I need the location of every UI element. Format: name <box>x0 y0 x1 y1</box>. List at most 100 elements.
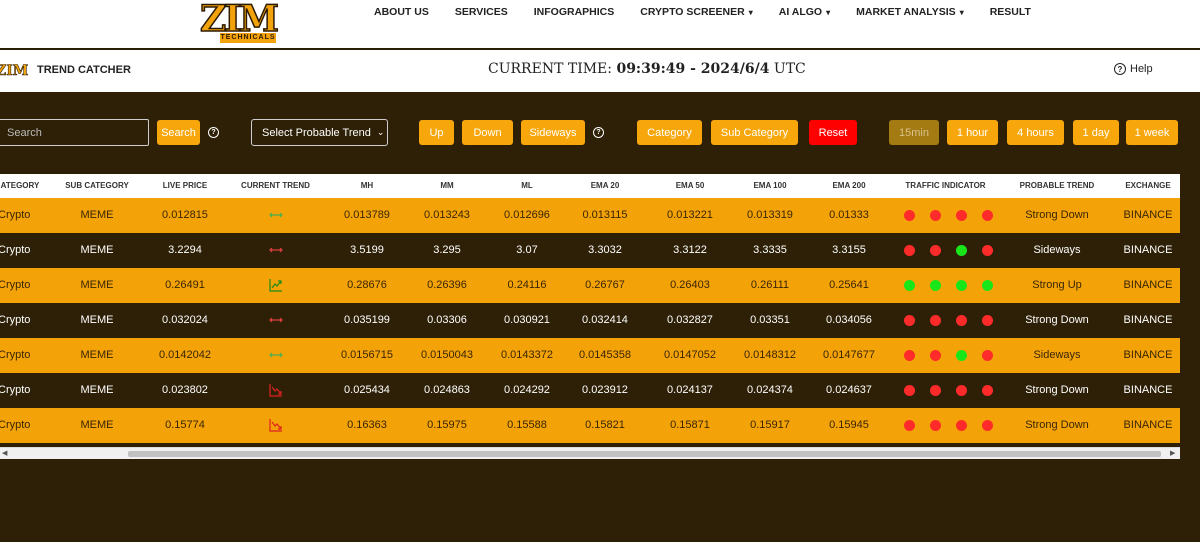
nav-item-about-us[interactable]: ABOUT US <box>374 6 429 18</box>
nav-item-infographics[interactable]: INFOGRAPHICS <box>534 6 615 18</box>
cell-exchange: BINANCE <box>1123 279 1173 291</box>
category-button[interactable]: Category <box>637 120 702 145</box>
cell-probable: Strong Down <box>1025 384 1089 396</box>
cell-category: Crypto <box>0 419 31 431</box>
cell-price: 3.2294 <box>168 244 202 256</box>
column-header: ML <box>521 181 533 190</box>
cell-category: Crypto <box>0 244 31 256</box>
traffic-indicator <box>904 268 1008 303</box>
cell-sub: MEME <box>80 419 114 431</box>
cell-ema100: 0.013319 <box>747 209 793 221</box>
cell-price: 0.0142042 <box>159 349 211 361</box>
nav-item-label: SERVICES <box>454 6 508 18</box>
cell-category: Crypto <box>0 279 31 291</box>
cell-ema200: 0.25641 <box>829 279 869 291</box>
nav-item-services[interactable]: SERVICES <box>455 6 508 18</box>
scroll-left-icon[interactable]: ◀ <box>2 448 7 460</box>
small-logo-text: ZIM <box>0 63 29 80</box>
cell-mm: 0.26396 <box>427 279 467 291</box>
cell-ema100: 0.0148312 <box>744 349 796 361</box>
cell-mh: 0.28676 <box>347 279 387 291</box>
brand-logo[interactable]: ZIM TECHNICALS <box>196 0 298 44</box>
trend-help-icon[interactable]: ? <box>593 127 604 138</box>
nav-item-crypto-screener[interactable]: CRYPTO SCREENER ▾ <box>640 6 752 18</box>
traffic-indicator <box>904 303 1008 338</box>
traffic-indicator <box>904 408 1008 443</box>
scrollbar-thumb[interactable] <box>128 451 1161 457</box>
cell-ema50: 0.024137 <box>667 384 713 396</box>
signal-red-dot <box>930 315 941 326</box>
column-header: EMA 200 <box>832 181 866 190</box>
cell-category: Crypto <box>0 384 31 396</box>
timeframe-4-hours-button[interactable]: 4 hours <box>1007 120 1064 145</box>
table-row[interactable]: Crypto MEME 0.012815 0.013789 0.013243 0.0126… <box>0 198 1180 233</box>
nav-item-label: INFOGRAPHICS <box>533 6 615 18</box>
caret-down-icon: ▾ <box>748 8 753 17</box>
signal-red-dot <box>904 420 915 431</box>
cell-price: 0.032024 <box>162 314 208 326</box>
column-header: CURRENT TREND <box>241 181 310 190</box>
cell-price: 0.26491 <box>165 279 205 291</box>
scroll-right-icon[interactable]: ▶ <box>1170 448 1175 460</box>
signal-green-dot <box>904 280 915 291</box>
cell-ema100: 0.024374 <box>747 384 793 396</box>
search-button[interactable]: Search <box>157 120 200 145</box>
table-header: ATEGORY SUB CATEGORY LIVE PRICE CURRENT TRE… <box>0 174 1180 198</box>
table-row[interactable]: Crypto MEME 0.15774 0.16363 0.15975 0.15588 0.… <box>0 408 1180 443</box>
signal-red-dot <box>904 350 915 361</box>
cell-ml: 0.012696 <box>504 209 550 221</box>
column-header: SUB CATEGORY <box>65 181 129 190</box>
trend-up-icon <box>268 278 283 292</box>
clock-label: CURRENT TIME: <box>488 61 612 77</box>
cell-ema200: 0.15945 <box>829 419 869 431</box>
cell-sub: MEME <box>80 349 114 361</box>
timeframe-1-week-button[interactable]: 1 week <box>1126 120 1178 145</box>
signal-red-dot <box>930 210 941 221</box>
signal-red-dot <box>982 350 993 361</box>
signal-red-dot <box>982 385 993 396</box>
cell-ema200: 0.01333 <box>829 209 869 221</box>
up-filter-button[interactable]: Up <box>419 120 454 145</box>
probable-trend-select[interactable]: Select Probable Trend ⌄ <box>251 119 388 146</box>
signal-red-dot <box>930 350 941 361</box>
column-header: MH <box>360 181 374 190</box>
cell-ml: 0.024292 <box>504 384 550 396</box>
sub-category-button[interactable]: Sub Category <box>711 120 798 145</box>
horizontal-scrollbar[interactable]: ◀ ▶ <box>0 447 1180 459</box>
search-input[interactable] <box>0 119 149 146</box>
column-header: TRAFFIC INDICATOR <box>905 181 986 190</box>
signal-red-dot <box>904 245 915 256</box>
trend-down-icon <box>268 418 283 432</box>
signal-red-dot <box>982 420 993 431</box>
nav-item-ai-algo[interactable]: AI ALGO ▾ <box>779 6 830 18</box>
nav-item-result[interactable]: RESULT <box>990 6 1031 18</box>
trend-catcher-logo-icon: ZIM <box>0 62 29 80</box>
table-row[interactable]: Crypto MEME 0.0142042 0.0156715 0.0150043 0.0… <box>0 338 1180 373</box>
cell-price: 0.012815 <box>162 209 208 221</box>
cell-exchange: BINANCE <box>1123 349 1173 361</box>
table-row[interactable]: Crypto MEME 0.26491 0.28676 0.26396 0.24116 0.… <box>0 268 1180 303</box>
caret-down-icon: ▾ <box>826 8 831 17</box>
table-row[interactable]: Crypto MEME 0.023802 0.025434 0.024863 0.0242… <box>0 373 1180 408</box>
cell-probable: Sideways <box>1033 244 1081 256</box>
cell-probable: Strong Down <box>1025 209 1089 221</box>
reset-button[interactable]: Reset <box>809 120 857 145</box>
timeframe-15min-button[interactable]: 15min <box>889 120 939 145</box>
table-row[interactable]: Crypto MEME 0.032024 0.035199 0.03306 0.03092… <box>0 303 1180 338</box>
nav-item-market-analysis[interactable]: MARKET ANALYSIS ▾ <box>856 6 964 18</box>
timeframe-1-hour-button[interactable]: 1 hour <box>947 120 998 145</box>
cell-ema200: 0.024637 <box>826 384 872 396</box>
sideways-filter-button[interactable]: Sideways <box>521 120 585 145</box>
help-link[interactable]: ? Help <box>1114 63 1153 75</box>
cell-price: 0.023802 <box>162 384 208 396</box>
table-row[interactable]: Crypto MEME 3.2294 3.5199 3.295 3.07 3.3032 3.3… <box>0 233 1180 268</box>
search-help-icon[interactable]: ? <box>208 127 219 138</box>
cell-mm: 0.0150043 <box>421 349 473 361</box>
down-filter-button[interactable]: Down <box>462 120 513 145</box>
sideways-arrows-icon <box>268 313 283 327</box>
signal-red-dot <box>956 315 967 326</box>
signal-green-dot <box>930 280 941 291</box>
signal-red-dot <box>982 210 993 221</box>
timeframe-1-day-button[interactable]: 1 day <box>1073 120 1119 145</box>
cell-mh: 0.0156715 <box>341 349 393 361</box>
